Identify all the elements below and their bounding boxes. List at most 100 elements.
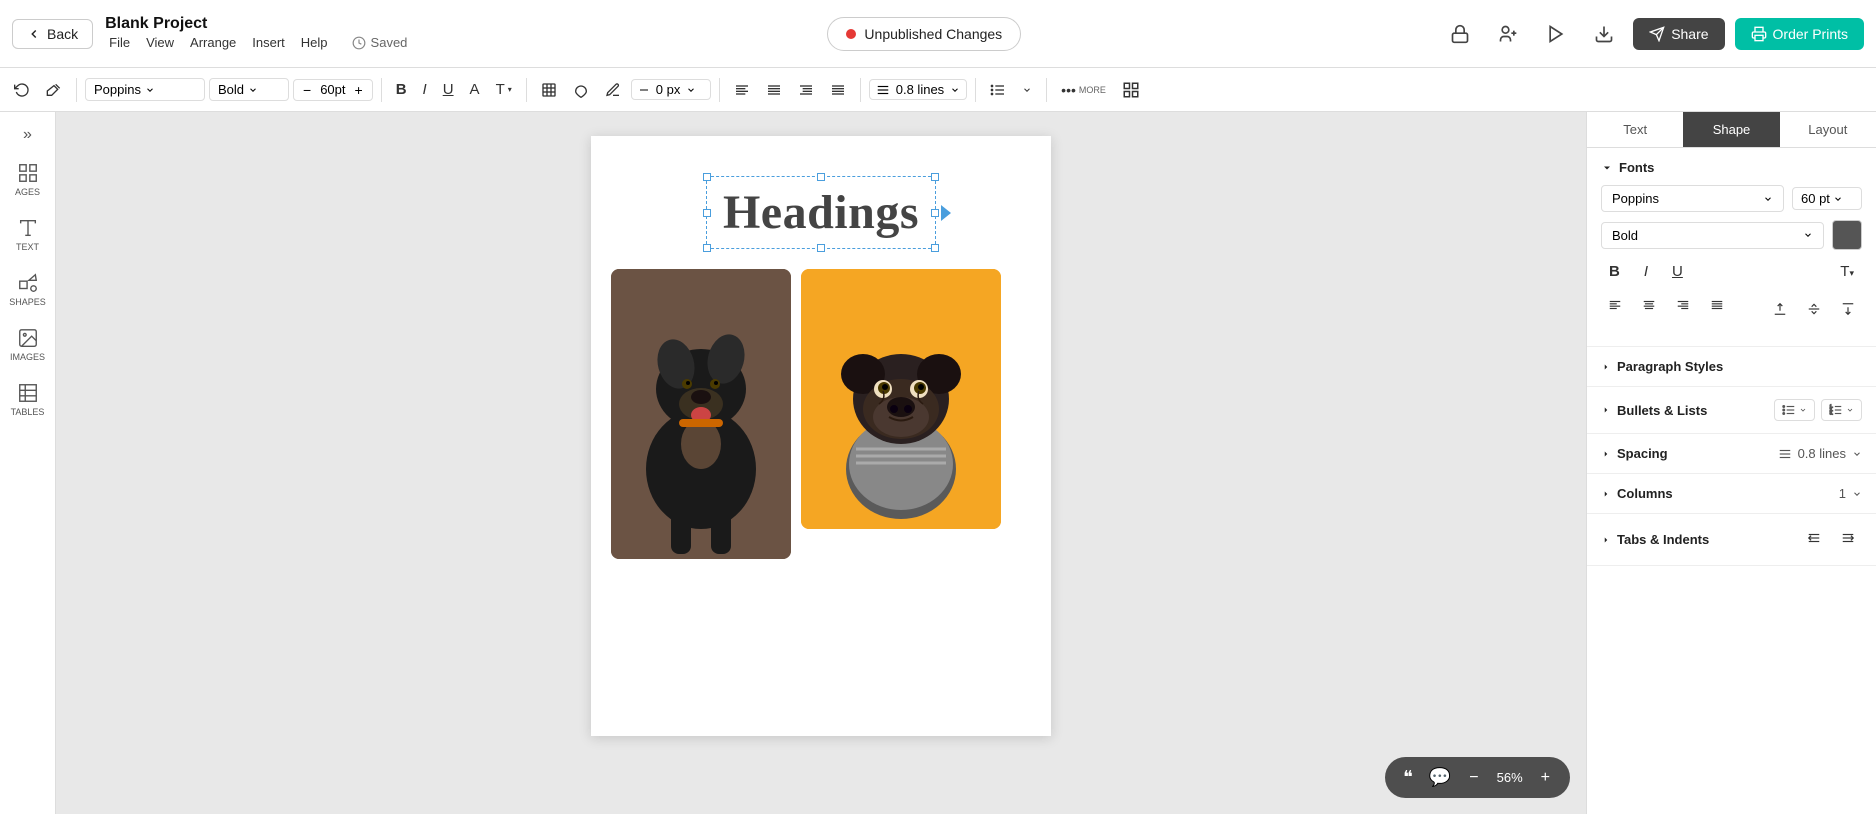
project-info: Blank Project File View Arrange Insert H… xyxy=(105,15,407,52)
columns-section[interactable]: Columns 1 xyxy=(1587,474,1876,514)
tab-shape[interactable]: Shape xyxy=(1683,112,1779,147)
paragraph-styles-section[interactable]: Paragraph Styles xyxy=(1587,347,1876,387)
ordered-list-button[interactable]: 1.2.3. xyxy=(1821,399,1862,421)
indent-increase-btn[interactable] xyxy=(1834,526,1862,553)
font-size-decrease[interactable]: − xyxy=(300,82,314,98)
italic-button[interactable]: I xyxy=(417,78,433,101)
panel-font-selector[interactable]: Poppins xyxy=(1601,185,1784,212)
font-weight-selector[interactable]: Bold xyxy=(209,78,289,101)
menu-view[interactable]: View xyxy=(146,33,174,52)
download-button[interactable] xyxy=(1585,15,1623,53)
handle-bot-mid[interactable] xyxy=(817,244,825,252)
menu-file[interactable]: File xyxy=(109,33,130,52)
handle-mid-left[interactable] xyxy=(703,209,711,217)
handle-top-mid[interactable] xyxy=(817,173,825,181)
handle-bot-right[interactable] xyxy=(931,244,939,252)
indent-decrease-btn[interactable] xyxy=(1800,526,1828,553)
tab-layout[interactable]: Layout xyxy=(1780,112,1876,147)
spacing-section[interactable]: Spacing 0.8 lines xyxy=(1587,434,1876,474)
font-size-control[interactable]: − 60pt + xyxy=(293,79,373,101)
sidebar-item-ages[interactable]: AGES xyxy=(4,154,52,205)
menu-arrange[interactable]: Arrange xyxy=(190,33,236,52)
menu-insert[interactable]: Insert xyxy=(252,33,285,52)
order-prints-button[interactable]: Order Prints xyxy=(1735,18,1864,50)
fonts-section-header[interactable]: Fonts xyxy=(1601,160,1862,175)
handle-bot-left[interactable] xyxy=(703,244,711,252)
justify-btn[interactable] xyxy=(1703,293,1731,320)
align-center-btn[interactable] xyxy=(1635,293,1663,320)
dog-image-2[interactable] xyxy=(801,269,1001,529)
bold-fmt-button[interactable]: B xyxy=(1601,258,1628,285)
share-button[interactable]: Share xyxy=(1633,18,1724,50)
zoom-out-button[interactable]: − xyxy=(1463,767,1484,789)
bold-button[interactable]: B xyxy=(390,78,413,101)
line-height-control[interactable]: 0.8 lines xyxy=(869,79,967,100)
align-left-button[interactable] xyxy=(728,79,756,101)
comment-button[interactable]: 💬 xyxy=(1425,763,1455,792)
handle-top-right[interactable] xyxy=(931,173,939,181)
menu-help[interactable]: Help xyxy=(301,33,328,52)
stroke-size-control[interactable]: 0 px xyxy=(631,79,711,100)
sidebar-item-images[interactable]: IMAGES xyxy=(4,319,52,370)
underline-fmt-button[interactable]: U xyxy=(1664,258,1691,285)
undo-button[interactable] xyxy=(8,79,36,101)
list-unordered-button[interactable] xyxy=(984,79,1012,101)
zoom-level: 56% xyxy=(1493,770,1527,785)
sidebar-expand-button[interactable]: » xyxy=(17,120,38,150)
spacing-value: 0.8 lines xyxy=(1778,446,1862,461)
svg-text:3.: 3. xyxy=(1830,411,1833,416)
text-align-buttons xyxy=(1601,293,1731,320)
align-left-btn[interactable] xyxy=(1601,293,1629,320)
tabs-indents-section[interactable]: Tabs & Indents xyxy=(1587,514,1876,566)
stroke-color-button[interactable] xyxy=(599,79,627,101)
align-center-button[interactable] xyxy=(760,79,788,101)
lock-button[interactable] xyxy=(1441,15,1479,53)
font-color-swatch[interactable] xyxy=(1832,220,1862,250)
panel-size-selector[interactable]: 60 pt xyxy=(1792,187,1862,210)
handle-mid-right[interactable] xyxy=(931,209,939,217)
more-button[interactable]: ••• MORE xyxy=(1055,79,1112,101)
text-options-button[interactable]: T▾ xyxy=(490,78,518,101)
text-style-button[interactable]: T▾ xyxy=(1832,258,1862,285)
italic-fmt-button[interactable]: I xyxy=(1636,258,1656,285)
valign-middle-btn[interactable] xyxy=(1800,293,1828,328)
align-right-btn[interactable] xyxy=(1669,293,1697,320)
layout-grid-button[interactable] xyxy=(1116,78,1146,102)
bullets-lists-section[interactable]: Bullets & Lists 1.2.3. xyxy=(1587,387,1876,434)
font-family-selector[interactable]: Poppins xyxy=(85,78,205,101)
underline-button[interactable]: U xyxy=(437,78,460,101)
handle-top-left[interactable] xyxy=(703,173,711,181)
unpublished-changes-button[interactable]: Unpublished Changes xyxy=(827,17,1021,51)
valign-top-btn[interactable] xyxy=(1766,293,1794,328)
justify-button[interactable] xyxy=(824,79,852,101)
vertical-align-buttons xyxy=(1766,293,1862,328)
panel-weight-selector[interactable]: Bold xyxy=(1601,222,1824,249)
sidebar-item-tables[interactable]: TABLES xyxy=(4,374,52,425)
dog-image-1[interactable] xyxy=(611,269,791,559)
zoom-in-button[interactable]: + xyxy=(1535,767,1556,789)
canvas-area[interactable]: Headings xyxy=(56,112,1586,814)
divider-4 xyxy=(719,78,720,102)
heading-text-element[interactable]: Headings xyxy=(706,176,936,249)
back-button[interactable]: Back xyxy=(12,19,93,49)
main-layout: » AGES TEXT SHAPES IMAGES TABLES xyxy=(0,112,1876,814)
align-right-button[interactable] xyxy=(792,79,820,101)
quote-button[interactable]: ❝ xyxy=(1399,763,1417,792)
valign-bottom-btn[interactable] xyxy=(1834,293,1862,328)
sidebar-item-shapes[interactable]: SHAPES xyxy=(4,264,52,315)
table-insert-button[interactable] xyxy=(535,79,563,101)
unordered-list-button[interactable] xyxy=(1774,399,1815,421)
fill-color-button[interactable] xyxy=(567,79,595,101)
font-size-increase[interactable]: + xyxy=(352,82,366,98)
tab-text[interactable]: Text xyxy=(1587,112,1683,147)
zoom-toolbar: ❝ 💬 − 56% + xyxy=(1385,757,1570,798)
list-options-button[interactable] xyxy=(1016,82,1038,98)
play-button[interactable] xyxy=(1537,15,1575,53)
paint-format-button[interactable] xyxy=(40,79,68,101)
bullets-lists-controls: 1.2.3. xyxy=(1774,399,1862,421)
add-user-button[interactable] xyxy=(1489,15,1527,53)
text-color-button[interactable]: A xyxy=(464,78,486,101)
sidebar-item-text[interactable]: TEXT xyxy=(4,209,52,260)
page-canvas: Headings xyxy=(591,136,1051,736)
topbar: Back Blank Project File View Arrange Ins… xyxy=(0,0,1876,68)
